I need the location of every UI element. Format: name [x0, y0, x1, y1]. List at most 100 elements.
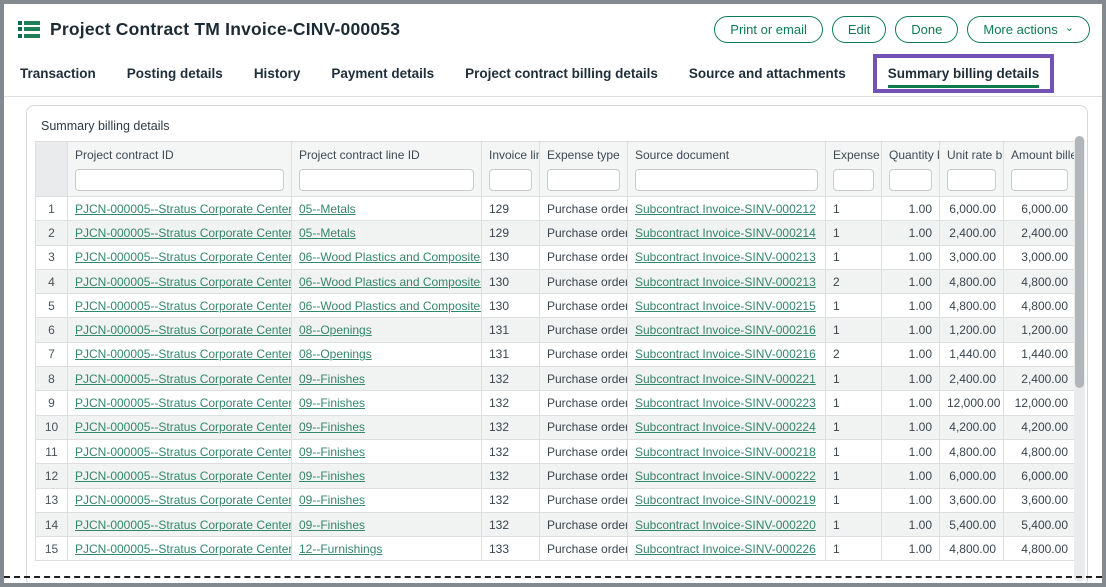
expense-type-cell: Purchase order [540, 464, 628, 488]
invoice-line-number-cell: 132 [482, 367, 540, 391]
expense-line-number-cell: 1 [826, 439, 882, 463]
unit-rate-billed-cell: 2,400.00 [940, 367, 1004, 391]
project-contract-id-link[interactable]: PJCN-000005--Stratus Corporate Center [75, 518, 292, 532]
quantity-billed-cell: 1.00 [882, 488, 940, 512]
scrollbar-thumb[interactable] [1075, 136, 1084, 388]
row-number: 14 [36, 512, 68, 536]
invoice-line-number-cell: 131 [482, 318, 540, 342]
col-project-contract-id: Project contract ID [68, 142, 292, 197]
project-contract-line-id-link[interactable]: 05--Metals [299, 202, 356, 216]
source-document-link[interactable]: Subcontract Invoice-SINV-000213 [635, 250, 816, 264]
project-contract-id-link[interactable]: PJCN-000005--Stratus Corporate Center [75, 226, 292, 240]
project-contract-id-link[interactable]: PJCN-000005--Stratus Corporate Center [75, 493, 292, 507]
source-document-link[interactable]: Subcontract Invoice-SINV-000223 [635, 396, 816, 410]
filter-expense-type-input[interactable] [547, 169, 620, 191]
project-contract-id-link[interactable]: PJCN-000005--Stratus Corporate Center [75, 250, 292, 264]
more-actions-button[interactable]: More actions ⌄ [967, 16, 1090, 43]
filter-source-document-input[interactable] [635, 169, 818, 191]
edit-button[interactable]: Edit [832, 16, 886, 43]
unit-rate-billed-cell: 1,440.00 [940, 342, 1004, 366]
row-number: 1 [36, 197, 68, 221]
expense-type-cell: Purchase order [540, 318, 628, 342]
tab-summary-billing-details[interactable]: Summary billing details [888, 66, 1040, 81]
unit-rate-billed-cell: 6,000.00 [940, 464, 1004, 488]
tab-source-and-attachments[interactable]: Source and attachments [689, 66, 846, 81]
table-row: 14 PJCN-000005--Stratus Corporate Center 0… [36, 512, 1076, 536]
quantity-billed-cell: 1.00 [882, 294, 940, 318]
annotation-box: Summary billing details [873, 54, 1055, 93]
project-contract-id-link[interactable]: PJCN-000005--Stratus Corporate Center [75, 396, 292, 410]
source-document-link[interactable]: Subcontract Invoice-SINV-000221 [635, 372, 816, 386]
page-header: Project Contract TM Invoice-CINV-000053 … [18, 12, 1090, 46]
project-contract-line-id-link[interactable]: 08--Openings [299, 323, 372, 337]
filter-project-contract-line-id-input[interactable] [299, 169, 474, 191]
invoice-line-number-cell: 132 [482, 512, 540, 536]
filter-amount-billed-input[interactable] [1011, 169, 1068, 191]
amount-billed-cell: 4,200.00 [1004, 415, 1076, 439]
quantity-billed-cell: 1.00 [882, 391, 940, 415]
project-contract-id-link[interactable]: PJCN-000005--Stratus Corporate Center [75, 323, 292, 337]
source-document-link[interactable]: Subcontract Invoice-SINV-000220 [635, 518, 816, 532]
app-window: Project Contract TM Invoice-CINV-000053 … [0, 0, 1106, 587]
summary-billing-table: Project contract ID Project contract lin… [35, 141, 1076, 561]
tab-payment-details[interactable]: Payment details [331, 66, 434, 81]
filter-invoice-line-number-input[interactable] [489, 169, 532, 191]
project-contract-line-id-link[interactable]: 09--Finishes [299, 493, 365, 507]
list-icon[interactable] [18, 21, 40, 38]
crop-dashed-line [4, 576, 1102, 578]
expense-line-number-cell: 1 [826, 197, 882, 221]
tab-project-contract-billing-details[interactable]: Project contract billing details [465, 66, 658, 81]
project-contract-id-link[interactable]: PJCN-000005--Stratus Corporate Center [75, 347, 292, 361]
project-contract-line-id-link[interactable]: 09--Finishes [299, 518, 365, 532]
source-document-link[interactable]: Subcontract Invoice-SINV-000219 [635, 493, 816, 507]
tabs-divider [4, 96, 1102, 97]
tab-transaction[interactable]: Transaction [20, 66, 96, 81]
project-contract-line-id-link[interactable]: 06--Wood Plastics and Composites [299, 275, 482, 289]
project-contract-line-id-link[interactable]: 09--Finishes [299, 420, 365, 434]
col-source-document: Source document [628, 142, 826, 197]
amount-billed-cell: 3,600.00 [1004, 488, 1076, 512]
source-document-link[interactable]: Subcontract Invoice-SINV-000222 [635, 469, 816, 483]
project-contract-id-link[interactable]: PJCN-000005--Stratus Corporate Center [75, 299, 292, 313]
project-contract-id-link[interactable]: PJCN-000005--Stratus Corporate Center [75, 445, 292, 459]
source-document-link[interactable]: Subcontract Invoice-SINV-000212 [635, 202, 816, 216]
amount-billed-cell: 3,000.00 [1004, 245, 1076, 269]
invoice-line-number-cell: 132 [482, 391, 540, 415]
filter-project-contract-id-input[interactable] [75, 169, 284, 191]
project-contract-line-id-link[interactable]: 09--Finishes [299, 396, 365, 410]
tab-posting-details[interactable]: Posting details [127, 66, 223, 81]
tab-history[interactable]: History [254, 66, 301, 81]
project-contract-line-id-link[interactable]: 09--Finishes [299, 445, 365, 459]
source-document-link[interactable]: Subcontract Invoice-SINV-000213 [635, 275, 816, 289]
project-contract-line-id-link[interactable]: 12--Furnishings [299, 542, 382, 556]
project-contract-id-link[interactable]: PJCN-000005--Stratus Corporate Center [75, 275, 292, 289]
project-contract-line-id-link[interactable]: 06--Wood Plastics and Composites [299, 250, 482, 264]
source-document-link[interactable]: Subcontract Invoice-SINV-000216 [635, 347, 816, 361]
filter-unit-rate-billed-input[interactable] [947, 169, 996, 191]
project-contract-line-id-link[interactable]: 09--Finishes [299, 372, 365, 386]
source-document-link[interactable]: Subcontract Invoice-SINV-000215 [635, 299, 816, 313]
print-or-email-button[interactable]: Print or email [714, 16, 823, 43]
project-contract-line-id-link[interactable]: 09--Finishes [299, 469, 365, 483]
amount-billed-cell: 4,800.00 [1004, 269, 1076, 293]
project-contract-id-link[interactable]: PJCN-000005--Stratus Corporate Center [75, 469, 292, 483]
filter-quantity-billed-input[interactable] [889, 169, 932, 191]
source-document-link[interactable]: Subcontract Invoice-SINV-000226 [635, 542, 816, 556]
source-document-link[interactable]: Subcontract Invoice-SINV-000216 [635, 323, 816, 337]
project-contract-id-link[interactable]: PJCN-000005--Stratus Corporate Center [75, 542, 292, 556]
filter-expense-line-number-input[interactable] [833, 169, 874, 191]
source-document-link[interactable]: Subcontract Invoice-SINV-000218 [635, 445, 816, 459]
done-button[interactable]: Done [895, 16, 958, 43]
project-contract-line-id-link[interactable]: 05--Metals [299, 226, 356, 240]
col-invoice-line-number: Invoice line number [482, 142, 540, 197]
project-contract-id-link[interactable]: PJCN-000005--Stratus Corporate Center [75, 372, 292, 386]
project-contract-id-link[interactable]: PJCN-000005--Stratus Corporate Center [75, 202, 292, 216]
source-document-link[interactable]: Subcontract Invoice-SINV-000214 [635, 226, 816, 240]
source-document-link[interactable]: Subcontract Invoice-SINV-000224 [635, 420, 816, 434]
project-contract-line-id-link[interactable]: 08--Openings [299, 347, 372, 361]
invoice-line-number-cell: 130 [482, 245, 540, 269]
project-contract-line-id-link[interactable]: 06--Wood Plastics and Composites [299, 299, 482, 313]
col-quantity-billed: Quantity billed [882, 142, 940, 197]
table-scrollbar[interactable] [1074, 136, 1085, 582]
project-contract-id-link[interactable]: PJCN-000005--Stratus Corporate Center [75, 420, 292, 434]
